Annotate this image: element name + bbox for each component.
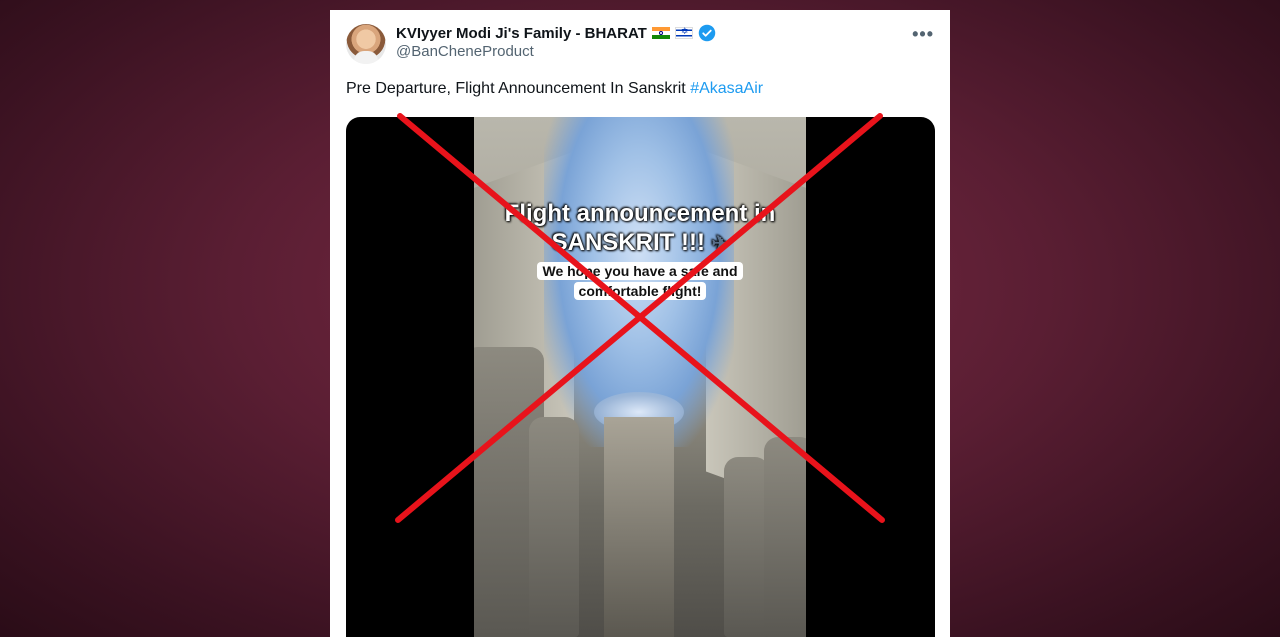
red-x-cross-icon — [395, 113, 885, 523]
